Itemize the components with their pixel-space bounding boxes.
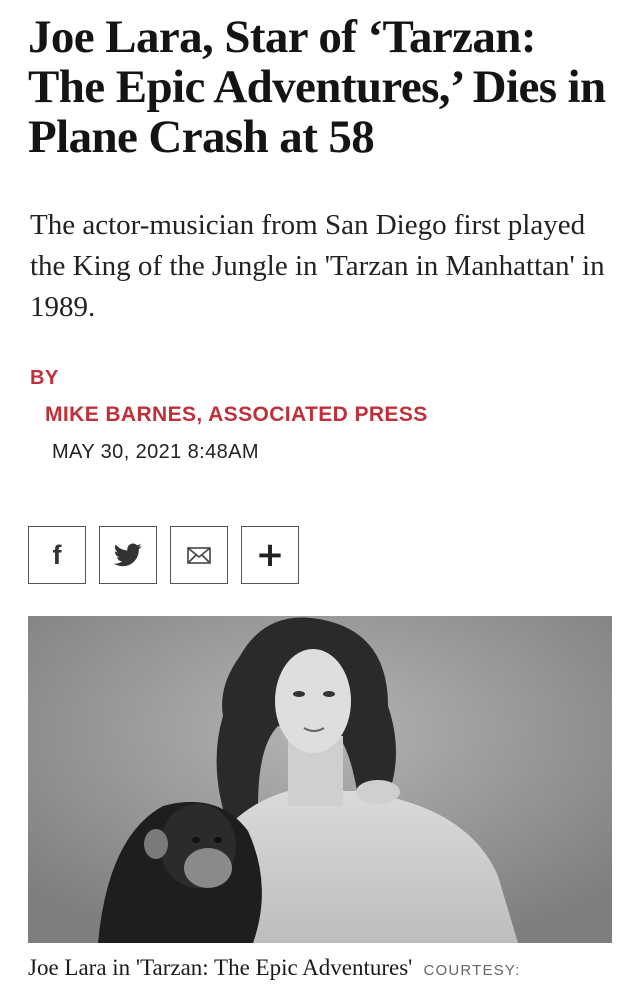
article-headline: Joe Lara, Star of ‘Tarzan: The Epic Adve… — [28, 11, 606, 163]
image-caption: Joe Lara in 'Tarzan: The Epic Adventures… — [28, 955, 628, 981]
share-twitter-button[interactable] — [99, 526, 157, 584]
publish-date: MAY 30, 2021 8:48AM — [52, 441, 259, 463]
share-email-button[interactable] — [170, 526, 228, 584]
facebook-icon: f — [52, 539, 62, 570]
caption-text: Joe Lara in 'Tarzan: The Epic Adventures… — [28, 955, 413, 980]
article-hero-image[interactable] — [28, 616, 612, 943]
author-link[interactable]: MIKE BARNES, ASSOCIATED PRESS — [45, 403, 428, 427]
share-toolbar: f + — [28, 526, 299, 584]
article-subheadline: The actor-musician from San Diego first … — [30, 209, 605, 323]
plus-icon: + — [255, 535, 285, 575]
byline-label: BY — [30, 367, 59, 389]
share-facebook-button[interactable]: f — [28, 526, 86, 584]
share-more-button[interactable]: + — [241, 526, 299, 584]
caption-credit: COURTESY: — [423, 962, 521, 979]
twitter-icon — [114, 543, 142, 567]
tarzan-photo — [28, 616, 612, 943]
email-icon — [187, 546, 211, 564]
